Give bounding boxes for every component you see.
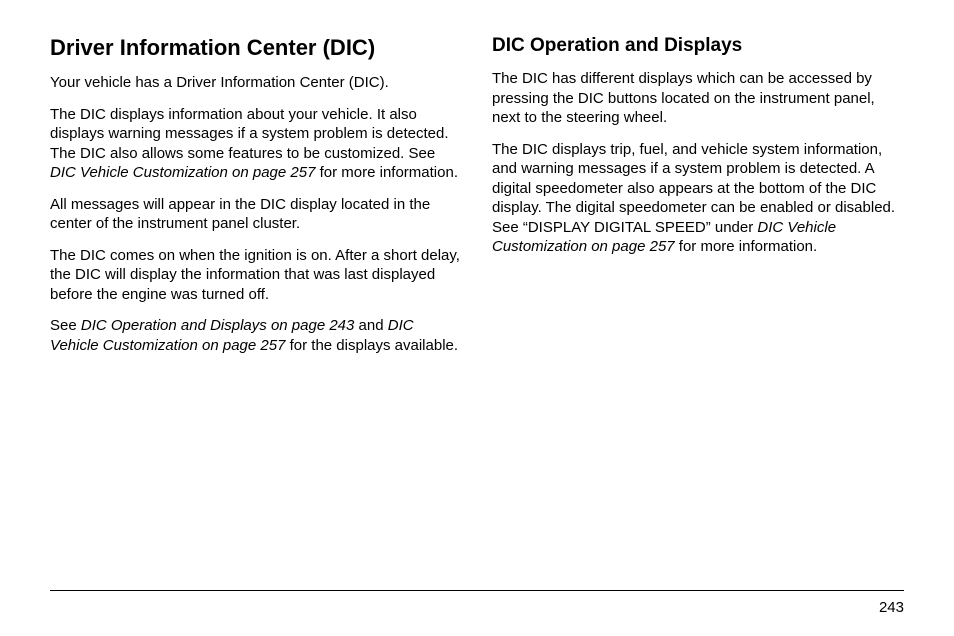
paragraph-3: All messages will appear in the DIC disp… xyxy=(50,195,462,234)
right-column: DIC Operation and Displays The DIC has d… xyxy=(492,35,904,367)
text: for the displays available. xyxy=(285,337,458,354)
text: and xyxy=(354,317,387,334)
text: See xyxy=(50,317,81,334)
paragraph-5: See DIC Operation and Displays on page 2… xyxy=(50,316,462,355)
text: for more information. xyxy=(315,164,458,181)
paragraph-2: The DIC displays information about your … xyxy=(50,105,462,183)
page-number: 243 xyxy=(879,599,904,616)
text: The DIC displays information about your … xyxy=(50,106,449,162)
paragraph-1: The DIC has different displays which can… xyxy=(492,69,904,128)
sub-heading: DIC Operation and Displays xyxy=(492,35,904,57)
page-content: Driver Information Center (DIC) Your veh… xyxy=(50,35,904,367)
paragraph-4: The DIC comes on when the ignition is on… xyxy=(50,246,462,305)
left-column: Driver Information Center (DIC) Your veh… xyxy=(50,35,462,367)
footer-divider xyxy=(50,590,904,591)
main-heading: Driver Information Center (DIC) xyxy=(50,35,462,61)
paragraph-1: Your vehicle has a Driver Information Ce… xyxy=(50,73,462,93)
cross-reference: DIC Operation and Displays on page 243 xyxy=(81,317,355,334)
text: for more information. xyxy=(675,238,818,255)
paragraph-2: The DIC displays trip, fuel, and vehicle… xyxy=(492,140,904,257)
cross-reference: DIC Vehicle Customization on page 257 xyxy=(50,164,315,181)
